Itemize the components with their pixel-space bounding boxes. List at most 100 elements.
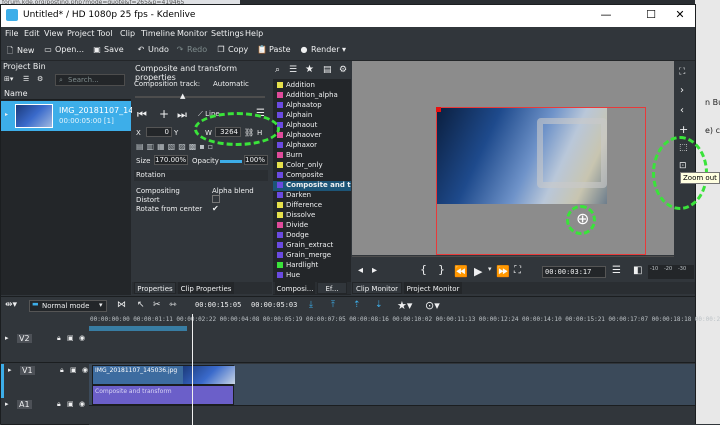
size-field[interactable]: 170.00% bbox=[154, 155, 188, 165]
minimize-button[interactable]: — bbox=[591, 8, 621, 21]
lock-icon[interactable]: 🔒︎ bbox=[60, 366, 64, 375]
expand-icon[interactable]: ▸ bbox=[5, 111, 8, 118]
menu-help[interactable]: Help bbox=[245, 29, 263, 38]
composition-item[interactable]: Alphaatop bbox=[277, 101, 351, 111]
fast-forward-icon[interactable]: ⏩ bbox=[496, 265, 510, 278]
copy-button[interactable]: ❐ Copy bbox=[216, 45, 248, 54]
hide-icon[interactable]: ▣ bbox=[70, 366, 77, 374]
menu-file[interactable]: File bbox=[5, 29, 18, 38]
monitor-ruler[interactable] bbox=[352, 256, 674, 262]
open-button[interactable]: ▭ Open... bbox=[43, 45, 84, 54]
tab-clip-properties[interactable]: Clip Properties bbox=[178, 282, 234, 294]
track-collapse-icon[interactable]: ▸ bbox=[8, 366, 12, 374]
rotation-slider[interactable]: Rotation bbox=[134, 170, 268, 181]
composition-item[interactable]: Addition bbox=[277, 81, 351, 91]
tab-properties[interactable]: Properties bbox=[134, 282, 176, 294]
opacity-field[interactable]: 100% bbox=[244, 155, 268, 165]
left-icon[interactable]: ◂ bbox=[358, 265, 363, 276]
track-collapse-icon[interactable]: ▸ bbox=[5, 400, 9, 408]
monitor-timecode[interactable]: 00:00:03:17 bbox=[542, 266, 606, 278]
lock-icon[interactable]: 🔒︎ bbox=[57, 400, 61, 409]
track-lane-a1[interactable] bbox=[89, 406, 695, 425]
favorite-star-icon[interactable]: ★ bbox=[305, 64, 314, 75]
right-icon[interactable]: ▸ bbox=[372, 265, 377, 276]
menu-clip[interactable]: Clip bbox=[120, 29, 135, 38]
composition-item[interactable]: Grain_extract bbox=[277, 241, 351, 251]
composition-item[interactable]: Alphaover bbox=[277, 131, 351, 141]
snap-icon[interactable]: ⋈ bbox=[117, 300, 126, 310]
play-menu-icon[interactable]: ▾ bbox=[488, 265, 492, 273]
composition-item[interactable]: Composite and t bbox=[273, 181, 351, 191]
frame-handle[interactable] bbox=[436, 107, 441, 112]
menu-settings[interactable]: Settings bbox=[211, 29, 244, 38]
list-view-icon[interactable]: ☰ bbox=[23, 75, 29, 83]
playhead[interactable] bbox=[192, 314, 193, 425]
composition-item[interactable]: Hardlight bbox=[277, 261, 351, 271]
maximize-button[interactable]: ☐ bbox=[636, 8, 666, 21]
rotate-center-checkbox[interactable]: ✔ bbox=[212, 204, 219, 213]
tab-compositions[interactable]: Composi... bbox=[275, 282, 315, 294]
track-header-v2[interactable]: V2 ▸ 🔒︎ ▣ ◉ bbox=[1, 332, 89, 363]
menu-edit[interactable]: Edit bbox=[24, 29, 40, 38]
composition-item[interactable]: Dodge bbox=[277, 231, 351, 241]
redo-button[interactable]: ↷ Redo bbox=[175, 45, 207, 54]
x-field[interactable]: 0 bbox=[146, 127, 172, 137]
alignment-icons[interactable]: ▤▥▦▧▨▩▪▫ bbox=[136, 142, 216, 151]
select-tool-icon[interactable]: ↖ bbox=[137, 300, 145, 310]
composition-frame[interactable] bbox=[436, 107, 646, 255]
tab-project-monitor[interactable]: Project Monitor bbox=[404, 282, 462, 294]
insert-icon[interactable]: ⤓ bbox=[309, 300, 313, 310]
add-keyframe-icon[interactable]: + bbox=[159, 107, 169, 121]
composition-item[interactable]: Alphain bbox=[277, 111, 351, 121]
track-header-a1[interactable]: A1 ▸ 🔒︎ ▣ ◉ bbox=[1, 398, 89, 425]
mute-icon[interactable]: ◉ bbox=[79, 400, 85, 408]
composition-item[interactable]: Grain_merge bbox=[277, 251, 351, 261]
close-button[interactable]: ✕ bbox=[665, 8, 695, 21]
composition-item[interactable]: Darken bbox=[277, 191, 351, 201]
settings-icon[interactable]: ⚙ bbox=[37, 75, 43, 83]
zone-start-icon[interactable]: { bbox=[420, 263, 427, 276]
distort-checkbox[interactable] bbox=[212, 195, 220, 203]
composition-item[interactable]: Divide bbox=[277, 221, 351, 231]
play-icon[interactable]: ▶ bbox=[474, 265, 482, 278]
overwrite-icon[interactable]: ⤒ bbox=[331, 300, 335, 310]
track-collapse-icon[interactable]: ▸ bbox=[5, 334, 9, 342]
hide-icon[interactable]: ▣ bbox=[67, 334, 74, 342]
extract-icon[interactable]: ⇣ bbox=[375, 300, 383, 310]
chevron-left-icon[interactable]: ‹ bbox=[680, 105, 684, 116]
save-button[interactable]: ▣ Save bbox=[92, 45, 123, 54]
track-lane-v2[interactable] bbox=[89, 332, 695, 363]
fullscreen-icon[interactable]: ⛶ bbox=[679, 67, 685, 77]
composition-item[interactable]: Color_only bbox=[277, 161, 351, 171]
keyframe-marker-icon[interactable]: ▲ bbox=[180, 92, 185, 100]
menu-project[interactable]: Project bbox=[67, 29, 94, 38]
razor-tool-icon[interactable]: ✂ bbox=[153, 300, 161, 310]
settings-icon[interactable]: ⚙ bbox=[339, 65, 347, 75]
new-button[interactable]: 🗋 New bbox=[5, 45, 35, 59]
composition-item[interactable]: Dissolve bbox=[277, 211, 351, 221]
composition-track-select[interactable]: Automatic bbox=[213, 80, 249, 88]
next-keyframe-icon[interactable]: ⏭ bbox=[177, 108, 187, 122]
lift-icon[interactable]: ⇡ bbox=[353, 300, 361, 310]
mute-icon[interactable]: ◉ bbox=[82, 366, 88, 374]
timeline-position[interactable]: 00:00:15:05 bbox=[193, 300, 243, 312]
project-bin-item[interactable]: ▸ IMG_20181107_145 00:00:05:00 [1] bbox=[1, 101, 138, 131]
edit-mode-select[interactable]: Normal mode bbox=[29, 300, 107, 312]
keyframe-slider[interactable] bbox=[135, 96, 265, 98]
menu-view[interactable]: View bbox=[44, 29, 63, 38]
composition-item[interactable]: Addition_alpha bbox=[277, 91, 351, 101]
tab-clip-monitor[interactable]: Clip Monitor bbox=[352, 282, 402, 294]
previous-keyframe-icon[interactable]: ⏮ bbox=[137, 108, 147, 122]
composition-item[interactable]: Hue bbox=[277, 271, 351, 281]
rewind-icon[interactable]: ⏪ bbox=[454, 265, 468, 278]
tab-effects[interactable]: Ef... bbox=[317, 282, 347, 294]
paste-button[interactable]: 📋 Paste bbox=[257, 45, 291, 54]
name-column[interactable]: Name bbox=[4, 89, 28, 98]
add-clip-icon[interactable]: ⊞▾ bbox=[4, 75, 13, 83]
project-bin-search-input[interactable]: Search... bbox=[55, 74, 125, 86]
list-icon[interactable]: ☰ bbox=[289, 65, 297, 75]
lock-icon[interactable]: 🔒︎ bbox=[57, 334, 61, 343]
timeline-clip[interactable]: IMG_20181107_145036.jpg bbox=[92, 365, 235, 385]
menu-monitor[interactable]: Monitor bbox=[177, 29, 207, 38]
mode-dropdown-icon[interactable]: ▾ bbox=[99, 301, 103, 309]
